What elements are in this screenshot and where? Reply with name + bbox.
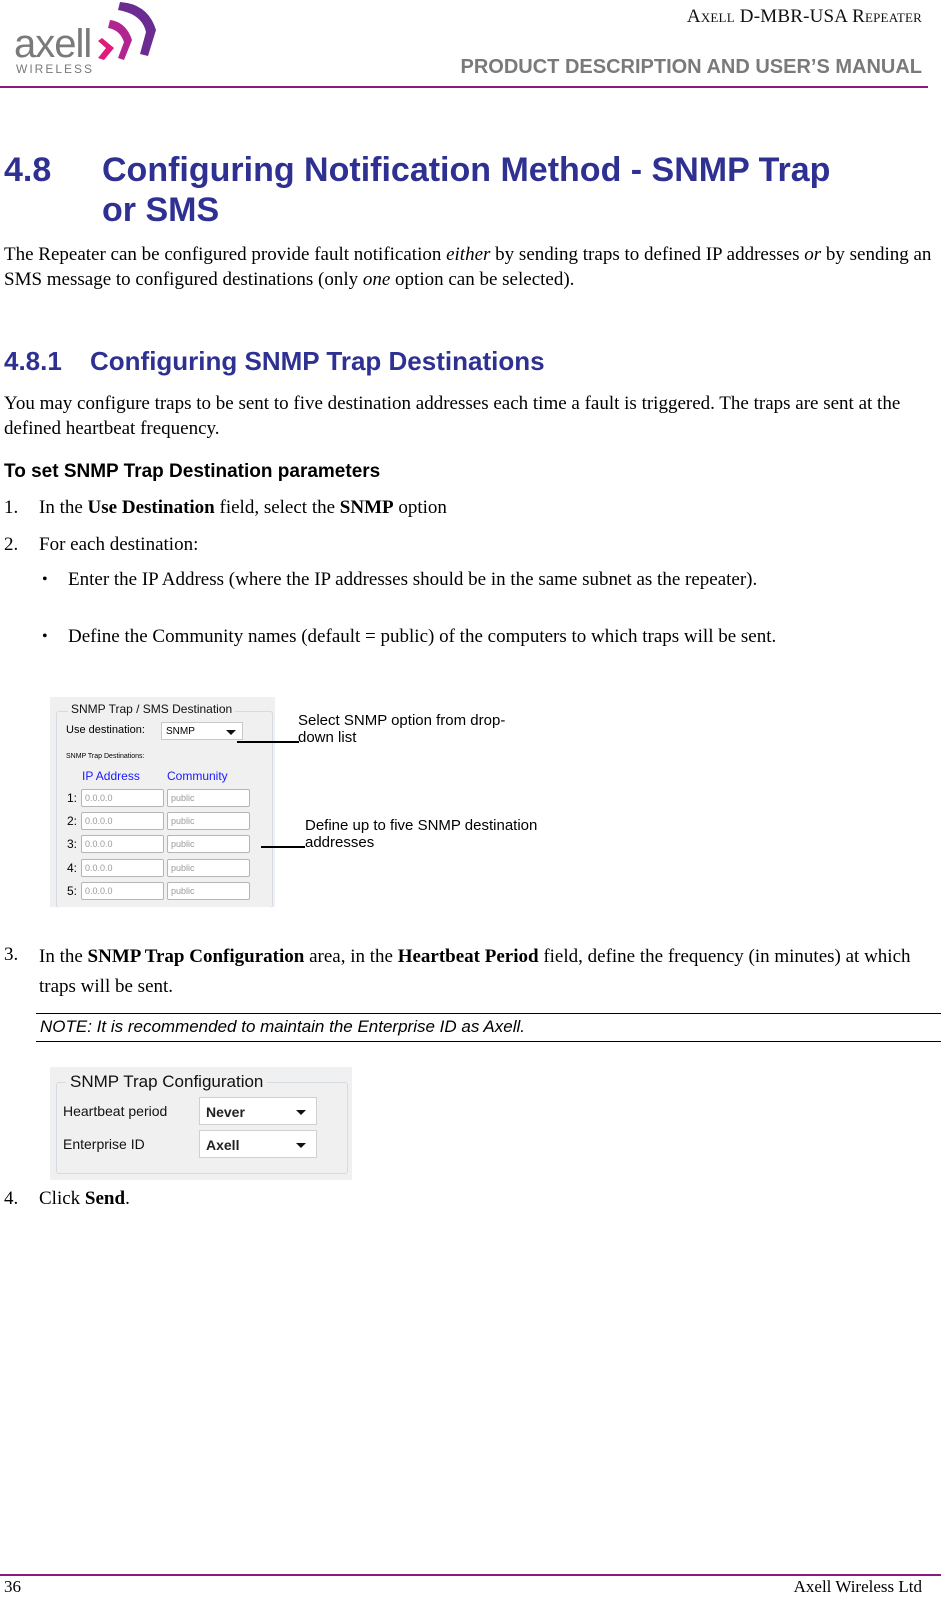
trap-config-group-box	[56, 1082, 348, 1174]
callout-leader-line	[261, 846, 305, 848]
heartbeat-period-select[interactable]: Never	[199, 1097, 317, 1125]
use-destination-select[interactable]: SNMP	[161, 722, 243, 740]
heartbeat-period-value: Never	[206, 1104, 245, 1120]
bullet-icon: •	[42, 628, 48, 645]
ip-address-input[interactable]: 0.0.0.0	[81, 859, 164, 877]
bullet-text: Define the Community names (default = pu…	[68, 626, 777, 647]
step-1: 1. In the Use Destination field, select t…	[4, 495, 447, 520]
document-title: Axell D-MBR-USA Repeater	[686, 6, 922, 27]
step-4: 4. Click Send.	[4, 1186, 130, 1211]
document-subtitle: PRODUCT DESCRIPTION AND USER’S MANUAL	[460, 56, 923, 78]
enterprise-id-label: Enterprise ID	[63, 1136, 145, 1152]
row-number: 1:	[67, 791, 78, 805]
intro-emphasis: or	[804, 244, 822, 265]
snmp-destination-screenshot: SNMP Trap / SMS Destination Use destinat…	[50, 697, 275, 908]
callout-leader-line	[237, 741, 299, 743]
use-destination-value: SNMP	[166, 726, 195, 737]
step-bold: Use Destination	[87, 497, 215, 518]
note-text: NOTE: It is recommended to maintain the …	[40, 1017, 526, 1036]
use-destination-label: Use destination:	[66, 724, 145, 736]
ip-address-column-header: IP Address	[82, 769, 140, 783]
note-top-rule	[36, 1013, 941, 1014]
step-text: In the	[39, 497, 88, 518]
enterprise-id-select[interactable]: Axell	[199, 1130, 317, 1158]
logo-subtitle: WIRELESS	[16, 62, 95, 76]
section-title-line1: Configuring Notification Method - SNMP T…	[102, 151, 831, 189]
bullet-item: • Define the Community names (default = …	[42, 623, 822, 650]
step-bold: SNMP Trap Configuration	[87, 946, 305, 967]
community-column-header: Community	[167, 769, 228, 783]
procedure-title: To set SNMP Trap Destination parameters	[4, 461, 381, 482]
step-text: In the	[39, 946, 88, 967]
bullet-text: Enter the IP Address (where the IP addre…	[68, 569, 758, 590]
step-text: .	[125, 1188, 130, 1209]
page-number: 36	[4, 1577, 21, 1596]
logo-wordmark: axell	[14, 22, 92, 66]
heartbeat-period-label: Heartbeat period	[63, 1103, 168, 1119]
community-input[interactable]: public	[167, 835, 250, 853]
subsection-number: 4.8.1	[4, 346, 62, 376]
snmp-trap-config-screenshot: SNMP Trap Configuration Heartbeat period…	[50, 1067, 352, 1180]
step-bold: SNMP	[339, 497, 394, 518]
intro-text: The Repeater can be configured provide f…	[4, 244, 447, 265]
subsection-title: Configuring SNMP Trap Destinations	[90, 346, 545, 376]
section-heading: 4.8 Configuring Notification Method - SNM…	[4, 150, 831, 229]
logo-signal-icon	[98, 2, 156, 60]
step-number: 2.	[4, 534, 19, 555]
row-number: 3:	[67, 837, 78, 851]
trap-config-group-legend: SNMP Trap Configuration	[66, 1071, 268, 1093]
community-input[interactable]: public	[167, 812, 250, 830]
bullet-item: • Enter the IP Address (where the IP add…	[42, 566, 822, 593]
section-number: 4.8	[4, 151, 52, 189]
step-number: 3.	[4, 944, 19, 965]
section-title-line2: or SMS	[102, 191, 220, 229]
step-text: field, select the	[214, 497, 340, 518]
ip-address-input[interactable]: 0.0.0.0	[81, 882, 164, 900]
intro-emphasis: either	[446, 244, 491, 265]
header-divider	[0, 86, 928, 88]
row-number: 4:	[67, 861, 78, 875]
chevron-down-icon	[296, 1143, 306, 1148]
chevron-down-icon	[296, 1110, 306, 1115]
bullet-icon: •	[42, 571, 48, 588]
step-text: area, in the	[304, 946, 398, 967]
callout-define-destinations: Define up to five SNMP destination addre…	[305, 817, 538, 851]
intro-text: by sending traps to defined IP addresses	[490, 244, 805, 265]
row-number: 5:	[67, 884, 78, 898]
step-text: Click	[39, 1188, 85, 1209]
destination-group-legend: SNMP Trap / SMS Destination	[68, 702, 236, 716]
footer-divider	[0, 1574, 941, 1576]
footer-company: Axell Wireless Ltd	[793, 1577, 922, 1596]
axell-wireless-logo: axell WIRELESS	[14, 0, 164, 80]
step-3: 3. In the SNMP Trap Configuration area, …	[4, 942, 934, 1002]
chevron-down-icon	[226, 730, 236, 735]
community-input[interactable]: public	[167, 789, 250, 807]
section-intro: The Repeater can be configured provide f…	[4, 242, 934, 292]
ip-address-input[interactable]: 0.0.0.0	[81, 812, 164, 830]
step-text: option	[393, 497, 447, 518]
row-number: 2:	[67, 814, 78, 828]
ip-address-input[interactable]: 0.0.0.0	[81, 789, 164, 807]
step-number: 1.	[4, 497, 19, 518]
ip-address-input[interactable]: 0.0.0.0	[81, 835, 164, 853]
enterprise-id-value: Axell	[206, 1137, 240, 1153]
subsection-heading: 4.8.1 Configuring SNMP Trap Destinations	[4, 345, 545, 377]
intro-text: option can be selected).	[390, 269, 575, 290]
note-bottom-rule	[36, 1041, 941, 1042]
community-input[interactable]: public	[167, 882, 250, 900]
intro-emphasis: one	[362, 269, 391, 290]
callout-select-snmp: Select SNMP option from drop-down list	[298, 712, 506, 746]
step-2: 2. For each destination:	[4, 532, 198, 557]
trap-destinations-label: SNMP Trap Destinations:	[66, 753, 145, 760]
step-bold: Send	[84, 1188, 126, 1209]
step-bold: Heartbeat Period	[397, 946, 539, 967]
step-text: For each destination:	[39, 534, 199, 555]
step-number: 4.	[4, 1188, 19, 1209]
subsection-intro: You may configure traps to be sent to fi…	[4, 393, 901, 439]
community-input[interactable]: public	[167, 859, 250, 877]
